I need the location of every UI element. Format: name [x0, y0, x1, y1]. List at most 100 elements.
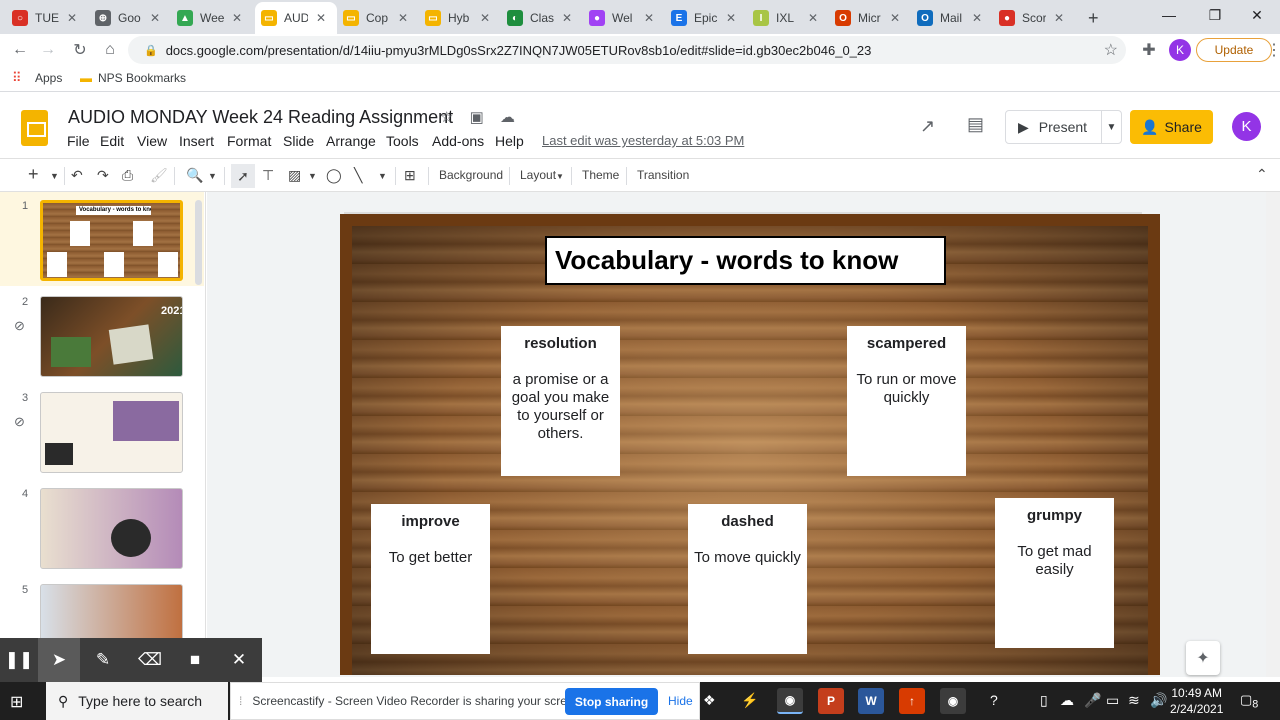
slides-logo-icon[interactable]: [21, 110, 48, 146]
close-window-icon[interactable]: ✕: [1234, 0, 1280, 30]
zoom-dropdown-icon[interactable]: ▼: [208, 171, 217, 181]
vocab-card-scampered[interactable]: scampered To run or move quickly: [847, 326, 966, 476]
update-button[interactable]: Update: [1196, 38, 1272, 62]
star-icon[interactable]: ☆: [440, 109, 453, 126]
user-avatar[interactable]: K: [1232, 112, 1261, 141]
slide-thumbnail[interactable]: [40, 488, 183, 569]
slide-title[interactable]: Vocabulary - words to know: [545, 236, 946, 285]
bookmark-nps[interactable]: NPS Bookmarks: [98, 71, 186, 85]
select-arrow-icon[interactable]: ➚: [231, 164, 255, 188]
tab-close-icon[interactable]: ✕: [316, 11, 326, 25]
image-dropdown-icon[interactable]: ▼: [308, 171, 317, 181]
address-bar[interactable]: 🔒 docs.google.com/presentation/d/14iiu-p…: [128, 36, 1126, 64]
pause-icon[interactable]: ❚❚: [5, 648, 34, 672]
zoom-icon[interactable]: 🔍: [186, 167, 203, 184]
close-controls-icon[interactable]: ✕: [226, 648, 252, 672]
menu-view[interactable]: View: [137, 133, 167, 149]
tab-close-icon[interactable]: ✕: [562, 11, 572, 25]
slide-thumbnail[interactable]: 2021: [40, 296, 183, 377]
menu-tools[interactable]: Tools: [386, 133, 419, 149]
layout-button[interactable]: Layout: [520, 168, 556, 182]
present-button[interactable]: ▶ Present ▼: [1005, 110, 1122, 144]
bookmark-apps[interactable]: Apps: [35, 71, 62, 85]
webcam-icon[interactable]: ■: [182, 648, 208, 672]
menu-edit[interactable]: Edit: [100, 133, 124, 149]
browser-tab[interactable]: I IXL ✕: [747, 4, 827, 32]
filmstrip-scrollbar[interactable]: [195, 200, 202, 285]
new-slide-dropdown-icon[interactable]: ▼: [50, 171, 59, 181]
filmstrip-slide-4[interactable]: 4: [0, 480, 204, 574]
activity-trend-icon[interactable]: ↗: [920, 116, 935, 137]
hide-button[interactable]: Hide: [668, 694, 693, 708]
undo-icon[interactable]: ↶: [71, 167, 83, 184]
shape-icon[interactable]: ◯: [326, 167, 342, 184]
restore-icon[interactable]: ❐: [1192, 0, 1238, 30]
vocab-card-grumpy[interactable]: grumpy To get mad easily: [995, 498, 1114, 648]
forward-icon[interactable]: →: [36, 38, 60, 62]
tab-close-icon[interactable]: ✕: [150, 11, 160, 25]
share-button[interactable]: 👤 Share: [1130, 110, 1213, 144]
menu-help[interactable]: Help: [495, 133, 524, 149]
textbox-icon[interactable]: ⊤: [262, 167, 274, 184]
tab-close-icon[interactable]: ✕: [1054, 11, 1064, 25]
browser-tab[interactable]: ▭ Hyb ✕: [419, 4, 499, 32]
browser-tab[interactable]: O Mail ✕: [911, 4, 991, 32]
theme-button[interactable]: Theme: [582, 168, 619, 182]
filmstrip-slide-1[interactable]: 1 Vocabulary - words to know: [0, 192, 204, 286]
browser-tab[interactable]: ▭ AUD ✕: [255, 2, 337, 34]
tab-close-icon[interactable]: ✕: [808, 11, 818, 25]
slide-thumbnail[interactable]: Vocabulary - words to know: [40, 200, 183, 281]
print-icon[interactable]: ⎙: [122, 167, 133, 184]
collapse-toolbar-icon[interactable]: ⌃: [1256, 166, 1268, 183]
bookmark-star-icon[interactable]: ☆: [1104, 40, 1118, 60]
vocab-card-improve[interactable]: improve To get better: [371, 504, 490, 654]
tab-close-icon[interactable]: ✕: [232, 11, 242, 25]
reload-icon[interactable]: ↻: [68, 38, 92, 62]
powerpoint-icon[interactable]: P: [818, 688, 844, 714]
dropbox-icon[interactable]: ❖: [703, 692, 716, 709]
eraser-icon[interactable]: ⌫: [137, 648, 163, 672]
slide-thumbnail[interactable]: [40, 392, 183, 473]
menu-format[interactable]: Format: [227, 133, 271, 149]
menu-arrange[interactable]: Arrange: [326, 133, 376, 149]
profile-avatar[interactable]: K: [1169, 39, 1191, 61]
lightning-app-icon[interactable]: ⚡: [741, 692, 758, 709]
battery-icon[interactable]: ▯: [1040, 692, 1048, 709]
explore-icon[interactable]: ✦: [1186, 641, 1220, 675]
word-icon[interactable]: W: [858, 688, 884, 714]
browser-tab[interactable]: ○ TUES ✕: [6, 4, 86, 32]
comments-icon[interactable]: ▤: [967, 114, 984, 135]
paint-format-icon[interactable]: 🖌: [150, 167, 168, 184]
page-scrollbar[interactable]: [1266, 192, 1280, 677]
document-title[interactable]: AUDIO MONDAY Week 24 Reading Assignment: [68, 107, 453, 128]
extensions-icon[interactable]: ✚: [1137, 38, 1161, 62]
taskbar-clock[interactable]: 10:49 AM 2/24/2021: [1170, 685, 1223, 717]
tab-close-icon[interactable]: ✕: [972, 11, 982, 25]
browser-tab[interactable]: ▭ Cop ✕: [337, 4, 417, 32]
tab-close-icon[interactable]: ✕: [480, 11, 490, 25]
vocab-card-dashed[interactable]: dashed To move quickly: [688, 504, 807, 654]
filmstrip-slide-2[interactable]: 2 ⊘ 2021: [0, 288, 204, 382]
tab-close-icon[interactable]: ✕: [398, 11, 408, 25]
tab-close-icon[interactable]: ✕: [67, 11, 77, 25]
menu-insert[interactable]: Insert: [179, 133, 214, 149]
wifi-icon[interactable]: ≋: [1128, 692, 1140, 709]
last-edit-link[interactable]: Last edit was yesterday at 5:03 PM: [542, 133, 744, 148]
background-button[interactable]: Background: [439, 168, 503, 182]
menu-file[interactable]: File: [67, 133, 90, 149]
pen-icon[interactable]: ✎: [90, 648, 116, 672]
chrome-profile-app-icon[interactable]: ◉: [777, 688, 803, 714]
stop-sharing-button[interactable]: Stop sharing: [565, 688, 658, 715]
browser-tab[interactable]: ● Scor ✕: [993, 4, 1073, 32]
browser-tab[interactable]: ● Wel ✕: [583, 4, 663, 32]
drag-handle-icon[interactable]: ⁞: [239, 694, 242, 708]
new-slide-icon[interactable]: +: [28, 164, 39, 185]
app-icon[interactable]: ↑: [899, 688, 925, 714]
back-icon[interactable]: ←: [8, 38, 32, 62]
tab-close-icon[interactable]: ✕: [726, 11, 736, 25]
new-tab-button[interactable]: +: [1082, 4, 1105, 32]
comment-add-icon[interactable]: ⊞: [404, 167, 416, 184]
line-dropdown-icon[interactable]: ▼: [378, 171, 387, 181]
line-icon[interactable]: ╲: [354, 167, 362, 184]
filmstrip-slide-3[interactable]: 3 ⊘: [0, 384, 204, 478]
